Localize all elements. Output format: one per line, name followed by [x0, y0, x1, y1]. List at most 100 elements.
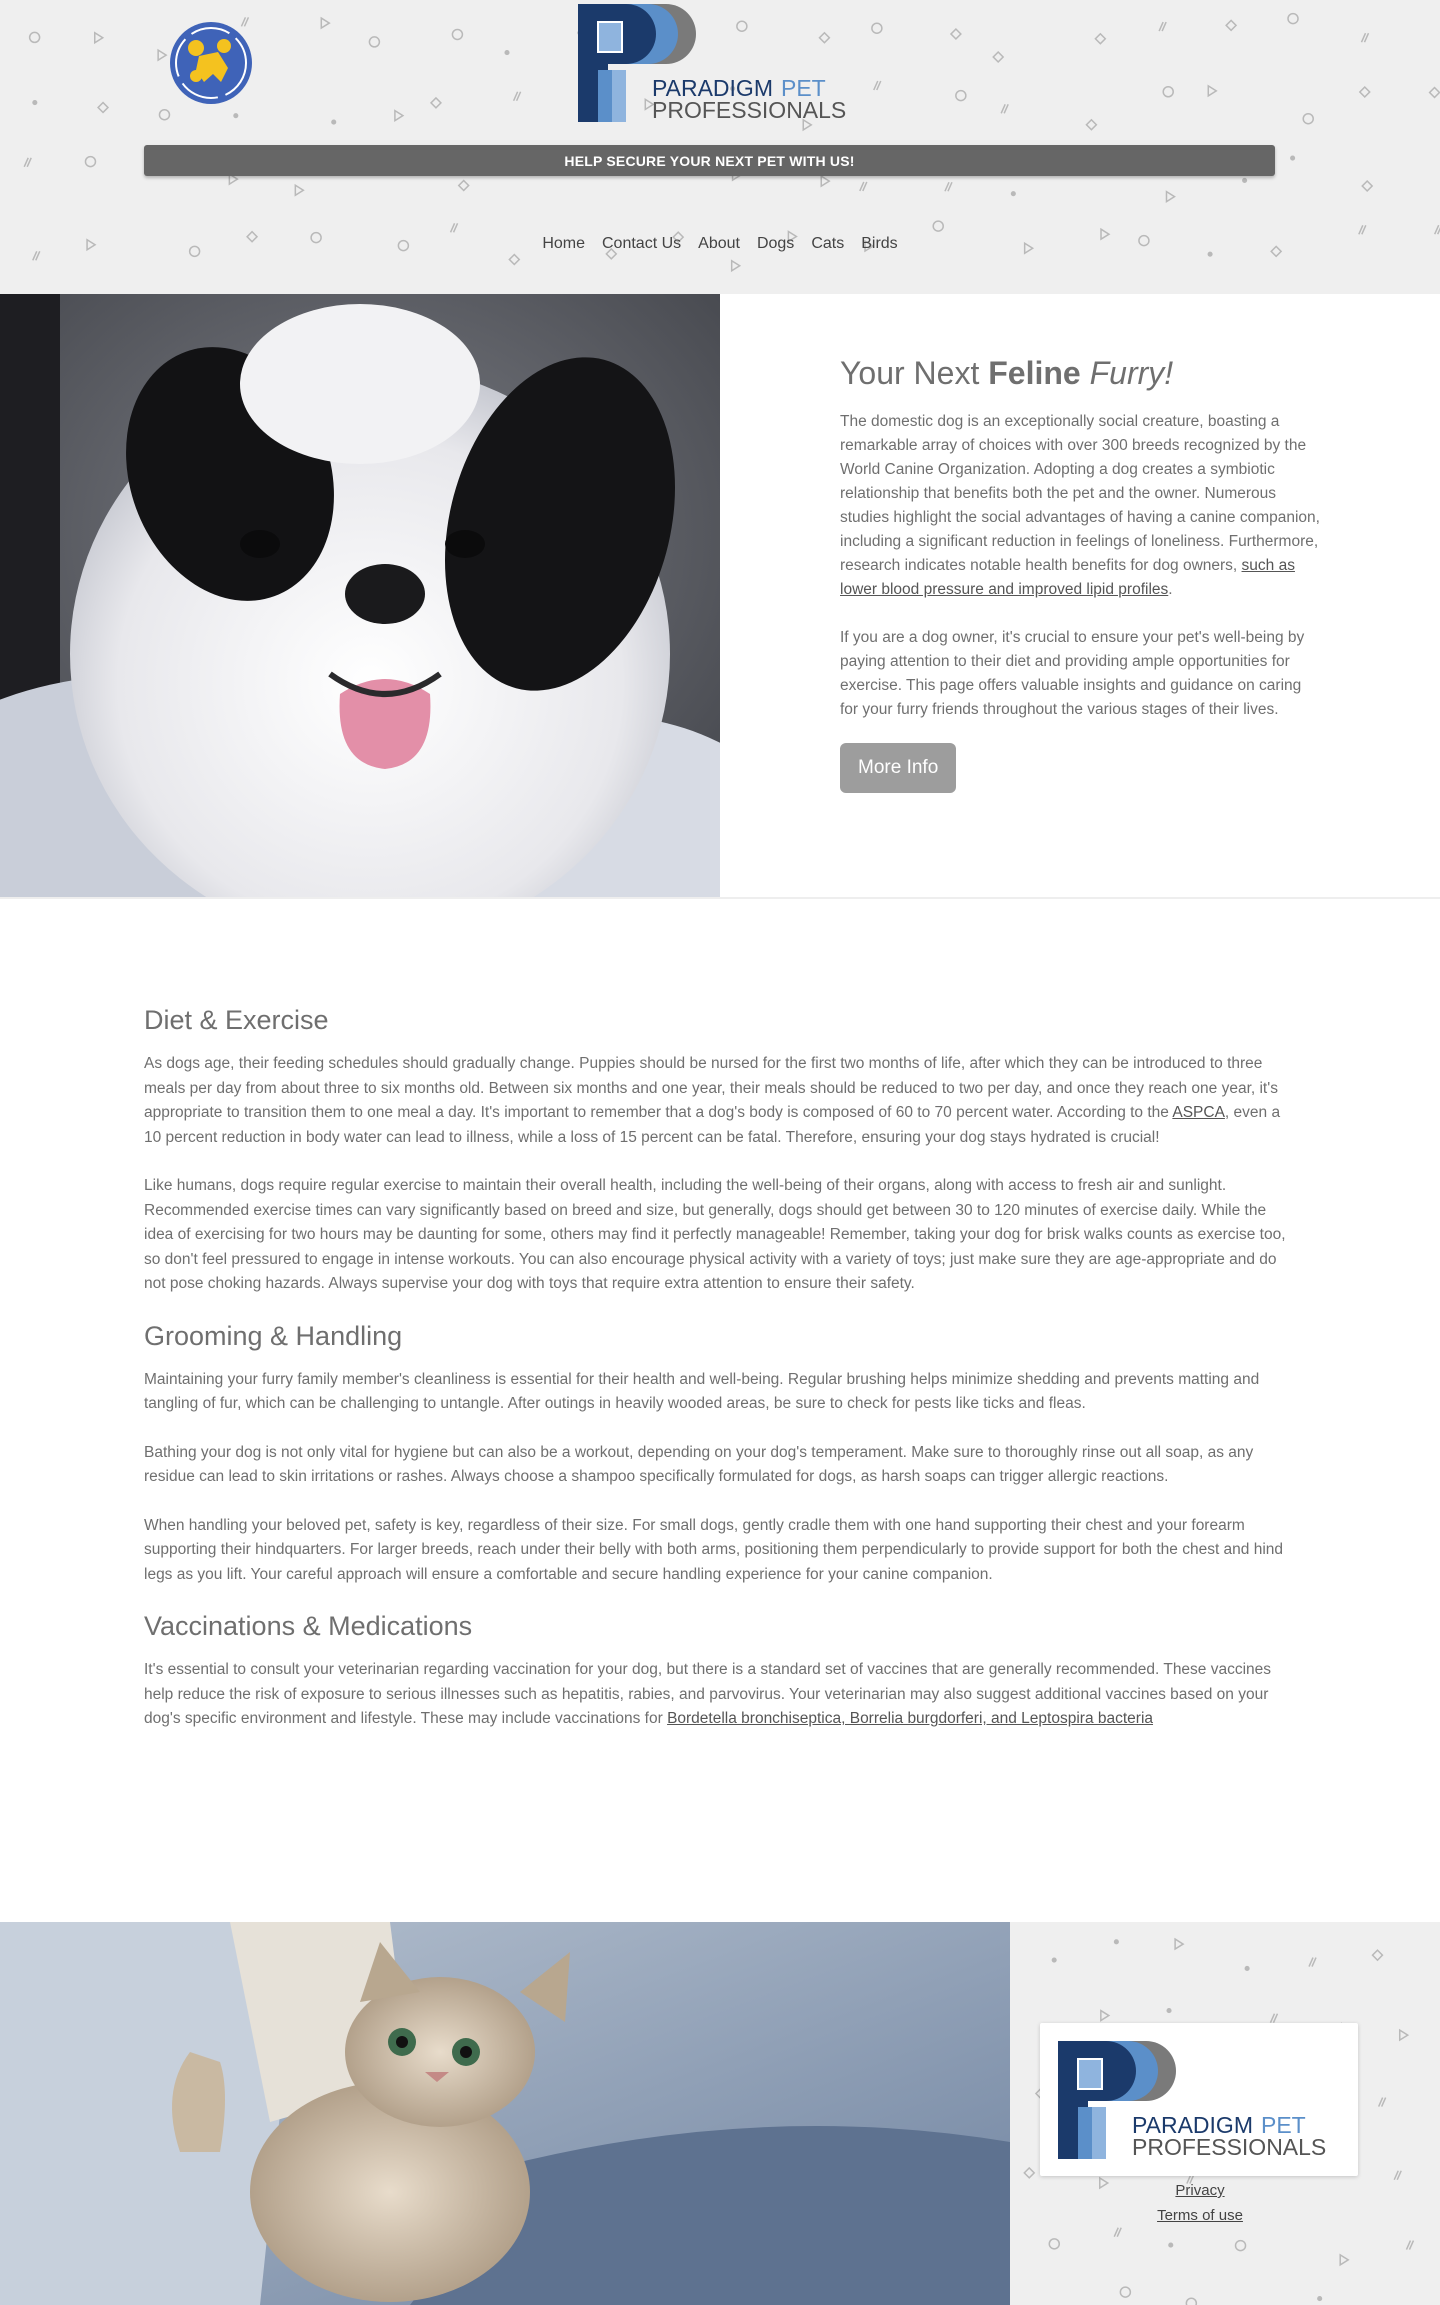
- pattern-shape: [1360, 32, 1370, 43]
- pattern-shape: [949, 28, 962, 41]
- hero-para1-text: The domestic dog is an exceptionally soc…: [840, 413, 1320, 574]
- pattern-shape: [1158, 21, 1167, 32]
- terms-link[interactable]: Terms of use: [1010, 2203, 1390, 2228]
- grooming-paragraph-2: Bathing your dog is not only vital for h…: [144, 1443, 1254, 1486]
- pattern-shape: [449, 223, 459, 233]
- pattern-shape: [871, 22, 883, 34]
- diet-heading: Diet & Exercise: [144, 1005, 329, 1035]
- pattern-shape: [294, 183, 305, 197]
- pattern-shape: [859, 181, 868, 192]
- diet-paragraph-2: Like humans, dogs require regular exerci…: [144, 1177, 1286, 1292]
- aspca-link[interactable]: ASPCA: [1172, 1104, 1225, 1121]
- pattern-shape: [1185, 2297, 1198, 2305]
- pattern-shape: [1433, 224, 1440, 235]
- pattern-shape: [1051, 1957, 1057, 1963]
- pattern-shape: [429, 96, 442, 109]
- hero-title-bold: Feline: [988, 355, 1081, 391]
- hero-title-italic: Furry!: [1089, 355, 1174, 391]
- footer-kitten-photo: [0, 1922, 1010, 2305]
- pattern-shape: [28, 31, 41, 44]
- diet-paragraph-1: As dogs age, their feeding schedules sho…: [144, 1052, 1296, 1150]
- pattern-shape: [1405, 2240, 1415, 2250]
- pet-logo-icon[interactable]: [166, 18, 256, 108]
- pattern-shape: [1010, 191, 1016, 197]
- pattern-shape: [873, 80, 882, 91]
- pattern-shape: [1234, 2239, 1247, 2252]
- pattern-shape: [992, 50, 1005, 64]
- pattern-shape: [1287, 12, 1299, 25]
- vaccinations-heading: Vaccinations & Medications: [144, 1611, 473, 1641]
- pattern-shape: [932, 220, 944, 232]
- divider: [0, 897, 1440, 899]
- pattern-shape: [1242, 177, 1248, 183]
- pattern-shape: [1371, 1949, 1384, 1962]
- nav-about[interactable]: About: [698, 235, 740, 253]
- pattern-shape: [820, 174, 831, 188]
- nav-cats[interactable]: Cats: [811, 235, 844, 253]
- vaccines-link[interactable]: Bordetella bronchiseptica, Borrelia burg…: [667, 1710, 1153, 1727]
- main-content: Diet & Exercise As dogs age, their feedi…: [144, 1005, 1296, 1756]
- pattern-shape: [944, 181, 953, 192]
- hero-content: Your Next Feline Furry! The domestic dog…: [840, 355, 1320, 793]
- pattern-shape: [1162, 85, 1174, 98]
- pattern-shape: [32, 100, 38, 106]
- footer-links: Privacy Terms of use: [1010, 2178, 1390, 2228]
- grooming-paragraph-1: Maintaining your furry family member's c…: [144, 1370, 1260, 1413]
- pattern-shape: [1225, 19, 1238, 32]
- nav-contact[interactable]: Contact Us: [602, 235, 681, 253]
- nav-dogs[interactable]: Dogs: [757, 235, 794, 253]
- pattern-shape: [331, 119, 337, 125]
- pattern-shape: [1165, 190, 1176, 203]
- nav-birds[interactable]: Birds: [861, 235, 897, 253]
- pattern-shape: [157, 48, 168, 62]
- pattern-shape: [1244, 1965, 1250, 1971]
- pattern-shape: [1168, 2242, 1174, 2248]
- pattern-shape: [1302, 112, 1314, 125]
- more-info-button[interactable]: More Info: [840, 743, 957, 793]
- grooming-heading: Grooming & Handling: [144, 1320, 403, 1351]
- pattern-shape: [1290, 155, 1296, 161]
- hero-title-prefix: Your Next: [840, 355, 989, 391]
- help-banner-text: HELP SECURE YOUR NEXT PET WITH US!: [564, 152, 855, 169]
- pattern-shape: [1317, 2296, 1323, 2302]
- footer-logo-card[interactable]: PARADIGM PET PROFESSIONALS: [1040, 2023, 1358, 2176]
- hero-paragraph-2: If you are a dog owner, it's crucial to …: [840, 629, 1305, 718]
- pattern-shape: [94, 31, 105, 45]
- pattern-shape: [23, 157, 32, 168]
- pattern-shape: [1023, 2166, 1036, 2179]
- pattern-shape: [84, 155, 97, 168]
- pattern-shape: [730, 259, 742, 273]
- pattern-shape: [1100, 2009, 1111, 2022]
- pattern-shape: [1113, 2227, 1122, 2238]
- diet-p1-text: As dogs age, their feeding schedules sho…: [144, 1055, 1278, 1121]
- privacy-link[interactable]: Privacy: [1010, 2178, 1390, 2203]
- footer-brand-line2: PROFESSIONALS: [1132, 2134, 1326, 2159]
- pattern-shape: [512, 91, 522, 102]
- pattern-shape: [1428, 86, 1440, 99]
- pattern-shape: [451, 28, 464, 41]
- pattern-shape: [97, 101, 110, 114]
- footer-brand-logo: PARADIGM PET PROFESSIONALS: [1058, 2041, 1326, 2159]
- hero-paragraph-1: The domestic dog is an exceptionally soc…: [840, 410, 1320, 602]
- pattern-shape: [1207, 84, 1218, 98]
- nav-home[interactable]: Home: [542, 235, 585, 253]
- pattern-shape: [1119, 2286, 1132, 2298]
- pattern-shape: [1174, 1937, 1185, 1951]
- pattern-shape: [1377, 2097, 1387, 2107]
- main-nav: Home Contact Us About Dogs Cats Birds: [0, 235, 1440, 253]
- pattern-shape: [1269, 2013, 1279, 2024]
- pattern-shape: [504, 50, 510, 56]
- header: PARADIGM PET PROFESSIONALS HELP SECURE Y…: [0, 0, 1440, 294]
- pattern-shape: [1361, 180, 1374, 193]
- hero-dog-photo: [0, 294, 720, 897]
- pattern-shape: [1048, 2238, 1061, 2250]
- pattern-shape: [320, 16, 331, 30]
- hero-title: Your Next Feline Furry!: [840, 355, 1320, 392]
- pattern-shape: [1085, 118, 1098, 131]
- pattern-shape: [1000, 103, 1009, 114]
- pattern-shape: [1358, 224, 1367, 235]
- pattern-shape: [1339, 2253, 1350, 2267]
- help-banner[interactable]: HELP SECURE YOUR NEXT PET WITH US!: [144, 145, 1275, 176]
- pattern-shape: [1308, 1957, 1317, 1967]
- brand-logo[interactable]: PARADIGM PET PROFESSIONALS: [576, 2, 866, 122]
